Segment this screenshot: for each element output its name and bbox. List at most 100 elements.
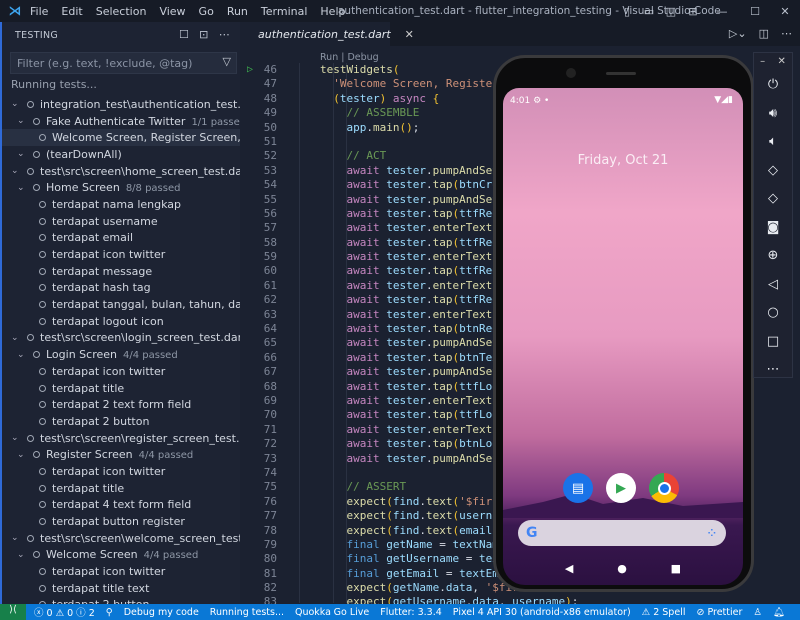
chevron-down-icon[interactable]: ⌄ [11, 166, 19, 176]
play-store-app-icon[interactable]: ▶ [606, 473, 636, 503]
power-icon[interactable]: ⏻ [754, 71, 792, 100]
test-case-item[interactable]: terdapat icon twitter [2, 463, 240, 480]
test-file-item[interactable]: ⌄test\src\screen\home_screen_test.dart8/… [2, 163, 240, 180]
recents-icon[interactable]: ■ [671, 562, 681, 575]
chevron-down-icon[interactable]: ⌄ [17, 116, 25, 126]
chevron-down-icon[interactable]: ⌄ [11, 99, 19, 109]
chevron-down-icon[interactable]: ⌄ [11, 333, 19, 343]
debug-config[interactable]: Debug my code [124, 607, 199, 618]
feedback-icon[interactable]: ♙ [753, 607, 762, 618]
flutter-version[interactable]: Flutter: 3.3.4 [380, 607, 442, 618]
assistant-icon[interactable]: ⁘ [708, 528, 716, 539]
test-group-item[interactable]: ⌄ (tearDownAll) [2, 146, 240, 163]
emulator-minimize-icon[interactable]: – [760, 53, 765, 71]
test-case-item[interactable]: terdapat title [2, 380, 240, 397]
test-case-item[interactable]: terdapat nama lengkap [2, 196, 240, 213]
menu-selection[interactable]: Selection [96, 5, 147, 18]
test-case-item[interactable]: terdapat tanggal, bulan, tahun, dan wakt… [2, 296, 240, 313]
customize-layout-icon[interactable]: ⊞ [682, 5, 704, 18]
chevron-down-icon[interactable]: ⌄ [11, 533, 19, 543]
test-group-item[interactable]: ⌄ Home Screen 8/8 passed [2, 179, 240, 196]
test-case-item[interactable]: terdapat title [2, 480, 240, 497]
test-case-item[interactable]: Welcome Screen, Register Screen, Login S… [2, 129, 240, 147]
volume-down-icon[interactable]: 🔈︎ [754, 128, 792, 157]
tab-authentication-test[interactable]: authentication_test.dart ✕ [240, 22, 414, 46]
menu-terminal[interactable]: Terminal [261, 5, 308, 18]
close-button[interactable]: ✕ [770, 5, 800, 18]
test-case-item[interactable]: terdapat 2 text form field [2, 396, 240, 413]
chevron-down-icon[interactable]: ⌄ [11, 433, 19, 443]
spell-status[interactable]: ⚠ 2 Spell [642, 607, 686, 618]
android-emulator[interactable]: 4:01 ⚙ • ▼◢▮ Friday, Oct 21 ▤ ▶ G ⁘ ◀ ● ■ [493, 55, 754, 592]
toggle-sidebar-icon[interactable]: ▯ [616, 5, 638, 18]
test-case-item[interactable]: terdapat logout icon [2, 313, 240, 330]
menu-run[interactable]: Run [227, 5, 248, 18]
go-live-button[interactable]: Go Live [334, 607, 370, 618]
chevron-down-icon[interactable]: ⌄ [17, 183, 25, 193]
test-group-item[interactable]: ⌄ Register Screen 4/4 passed [2, 446, 240, 463]
chrome-app-icon[interactable] [649, 473, 679, 503]
screenshot-icon[interactable]: ◙ [754, 214, 792, 243]
running-tests-status[interactable]: Running tests... [210, 607, 284, 618]
test-file-item[interactable]: ⌄ test\src\screen\register_screen_test.da… [2, 430, 240, 447]
prettier-status[interactable]: ⊘ Prettier [696, 607, 742, 618]
chevron-down-icon[interactable]: ⌄ [17, 149, 25, 159]
codelens-run-debug[interactable]: Run | Debug [320, 52, 379, 63]
zoom-icon[interactable]: ⊕ [754, 242, 792, 271]
test-case-item[interactable]: terdapat icon twitter [2, 363, 240, 380]
rotate-right-icon[interactable]: ◇ [754, 185, 792, 214]
maximize-button[interactable]: ☐ [740, 5, 770, 18]
home-button-icon[interactable]: ○ [754, 299, 792, 328]
test-filter-input[interactable]: Filter (e.g. text, !exclude, @tag) ▽ [10, 52, 237, 74]
device-selector[interactable]: Pixel 4 API 30 (android-x86 emulator) [453, 607, 631, 618]
test-case-item[interactable]: terdapat icon twitter [2, 246, 240, 263]
test-case-item[interactable]: terdapat button register [2, 513, 240, 530]
filter-icon[interactable]: ▽ [223, 55, 231, 68]
back-button-icon[interactable]: ◁ [754, 271, 792, 300]
test-case-item[interactable]: terdapat username [2, 213, 240, 230]
chevron-down-icon[interactable]: ⌄ [17, 550, 25, 560]
debug-icon[interactable]: ⚲ [106, 607, 113, 618]
test-case-item[interactable]: terdapat icon twitter [2, 563, 240, 580]
chevron-down-icon[interactable]: ⌄ [17, 350, 25, 360]
volume-up-icon[interactable]: 🔊︎ [754, 100, 792, 129]
test-case-item[interactable]: terdapat message [2, 263, 240, 280]
test-case-item[interactable]: terdapat email [2, 230, 240, 247]
close-tab-icon[interactable]: ✕ [405, 28, 414, 41]
menu-edit[interactable]: Edit [61, 5, 82, 18]
test-case-item[interactable]: terdapat 4 text form field [2, 497, 240, 514]
menu-view[interactable]: View [159, 5, 185, 18]
messages-app-icon[interactable]: ▤ [563, 473, 593, 503]
test-group-item[interactable]: ⌄ Fake Authenticate Twitter 1/1 passed [2, 113, 240, 130]
emulator-screen[interactable]: 4:01 ⚙ • ▼◢▮ Friday, Oct 21 ▤ ▶ G ⁘ ◀ ● ■ [503, 88, 743, 585]
problems-indicator[interactable]: ⓧ 0 ⚠ 0 ⓘ 2 [34, 605, 95, 619]
test-file-item[interactable]: ⌄ test\src\screen\welcome_screen_test.dar… [2, 530, 240, 547]
test-group-item[interactable]: ⌄ Welcome Screen 4/4 passed [2, 547, 240, 564]
remote-icon[interactable]: ⟩⟨ [0, 604, 26, 620]
overview-icon[interactable]: □ [754, 328, 792, 357]
test-case-item[interactable]: terdapat hash tag [2, 280, 240, 297]
emulator-close-icon[interactable]: ✕ [777, 53, 785, 71]
google-search-bar[interactable]: G ⁘ [518, 520, 726, 546]
chevron-down-icon[interactable]: ⌄ [17, 450, 25, 460]
back-icon[interactable]: ◀ [565, 562, 573, 575]
home-icon[interactable]: ● [617, 562, 627, 575]
more-options-icon[interactable]: ⋯ [754, 356, 792, 385]
test-group-item[interactable]: ⌄ Login Screen 4/4 passed [2, 346, 240, 363]
more-actions-icon[interactable]: ⋯ [219, 28, 230, 41]
toggle-panel-icon[interactable]: ▭ [638, 5, 660, 18]
notifications-icon[interactable]: 🔔︎ [773, 607, 785, 618]
minimize-button[interactable]: — [704, 5, 740, 18]
test-case-item[interactable]: terdapat title text [2, 580, 240, 597]
more-icon[interactable]: ⋯ [781, 27, 792, 40]
quokka-status[interactable]: Quokka [295, 607, 331, 618]
menu-file[interactable]: File [30, 5, 48, 18]
show-output-icon[interactable]: ⊡ [199, 28, 209, 41]
toggle-secondary-sidebar-icon[interactable]: ◫ [660, 5, 682, 18]
split-editor-icon[interactable]: ◫ [759, 27, 769, 40]
test-file-item[interactable]: ⌄ integration_test\authentication_test.da… [2, 96, 240, 113]
test-file-item[interactable]: ⌄test\src\screen\login_screen_test.dart4… [2, 330, 240, 347]
rotate-left-icon[interactable]: ◇ [754, 157, 792, 186]
test-case-item[interactable]: terdapat 2 button [2, 413, 240, 430]
run-debug-icon[interactable]: ▷⌄ [729, 27, 747, 40]
